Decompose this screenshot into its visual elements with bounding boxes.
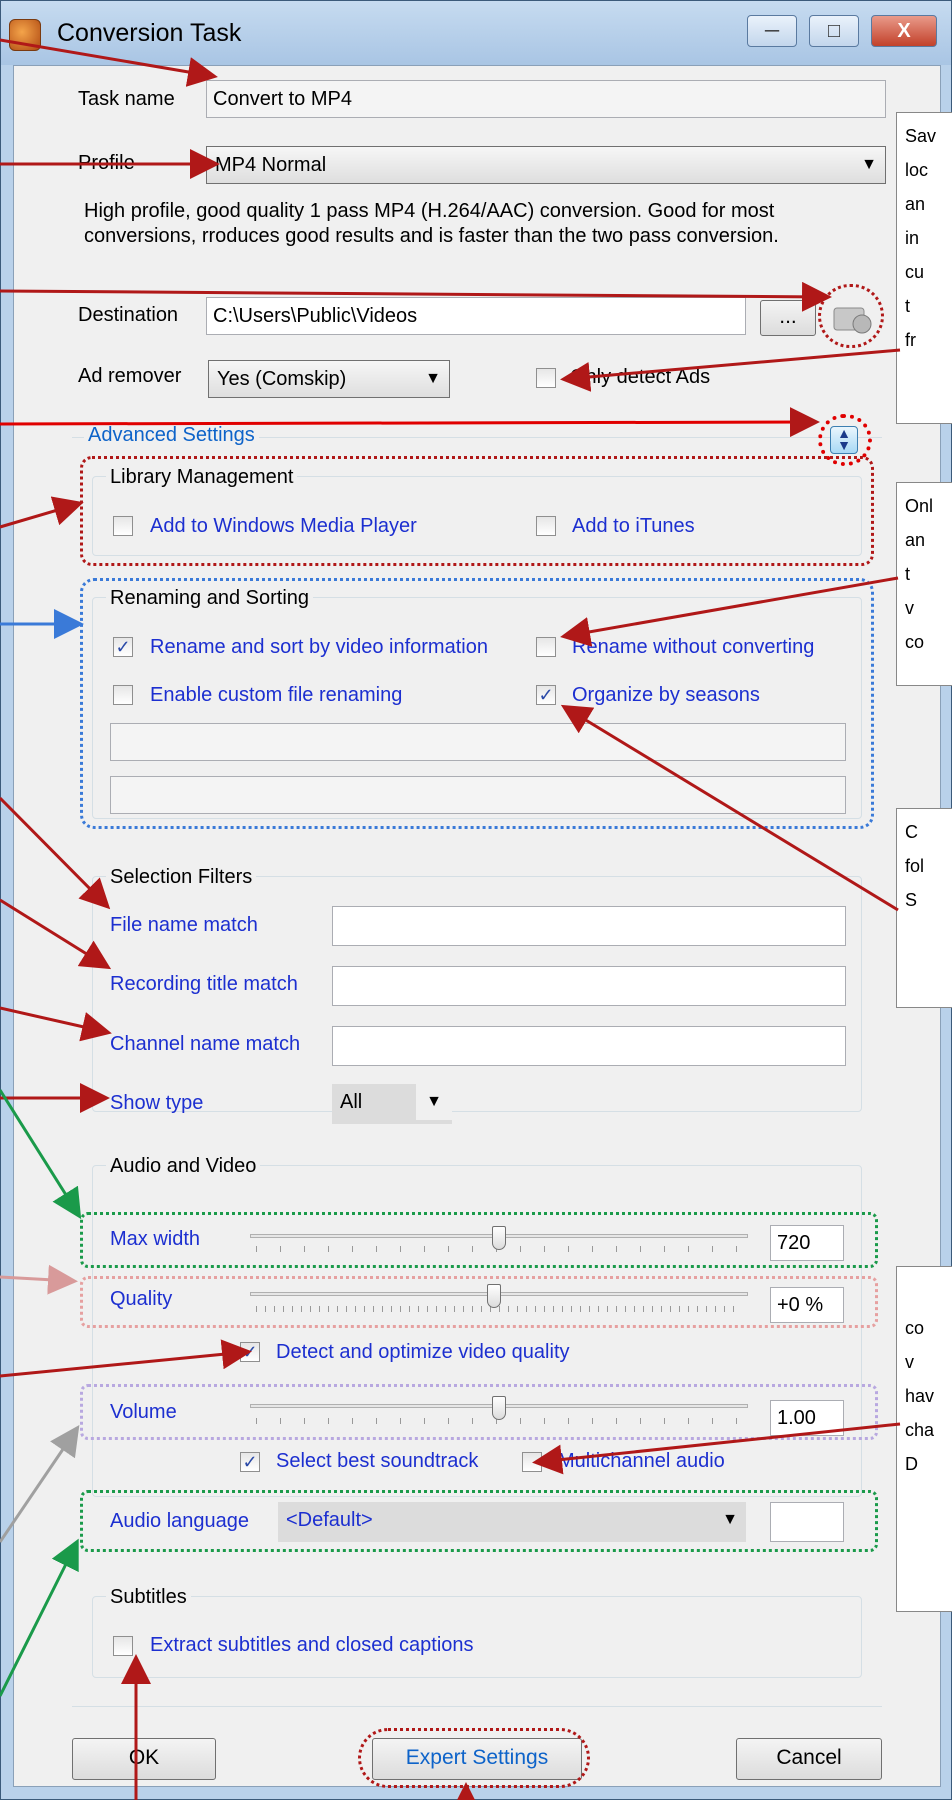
callout-line: C [905, 822, 918, 842]
advanced-settings-label[interactable]: Advanced Settings [84, 424, 259, 447]
multichannel-audio-checkbox[interactable] [522, 1452, 542, 1472]
callout-line: v [905, 598, 914, 618]
max-width-highlight [80, 1212, 878, 1268]
show-type-value: All [340, 1091, 363, 1113]
callout-line: v [905, 1352, 914, 1372]
channel-name-match-input[interactable] [332, 1026, 846, 1066]
callout-line: S [905, 890, 918, 910]
callout-line: D [905, 1454, 918, 1474]
subtitles-title: Subtitles [106, 1586, 191, 1609]
only-detect-ads-checkbox[interactable] [536, 368, 556, 388]
detect-optimize-checkbox[interactable]: ✓ [240, 1342, 260, 1362]
task-name-input[interactable]: Convert to MP4 [206, 80, 886, 118]
volume-highlight [80, 1384, 878, 1440]
library-management-highlight [80, 456, 874, 566]
callout-line: t [905, 564, 911, 584]
recording-title-match-label: Recording title match [110, 973, 298, 995]
browse-button[interactable]: ... [760, 300, 816, 336]
ok-button[interactable]: OK [72, 1738, 216, 1780]
renaming-sorting-highlight [80, 578, 874, 829]
cancel-button[interactable]: Cancel [736, 1738, 882, 1780]
audio-video-title: Audio and Video [106, 1155, 261, 1178]
callout-line: co [905, 632, 925, 652]
callout-line: cha [905, 1420, 935, 1440]
window-title: Conversion Task [57, 19, 242, 47]
profile-description-line2: conversions, rroduces good results and i… [84, 225, 779, 247]
show-type-label: Show type [110, 1092, 204, 1114]
callout-line: fol [905, 856, 925, 876]
title-bar[interactable]: Conversion Task ─ □ X [1, 1, 951, 65]
callout-destination: Sav loc an in cu t fr [896, 112, 952, 424]
callout-rename: Onl an t v co [896, 482, 952, 686]
chevron-down-icon: ▼ [861, 156, 877, 173]
callout-multichannel: co v hav cha D [896, 1266, 952, 1612]
app-icon [9, 19, 41, 51]
chevron-down-icon: ▼ [425, 370, 441, 387]
minimize-button[interactable]: ─ [747, 15, 797, 47]
file-name-match-input[interactable] [332, 906, 846, 946]
ad-remover-value: Yes (Comskip) [217, 368, 347, 390]
best-soundtrack-label[interactable]: Select best soundtrack [276, 1450, 478, 1473]
callout-line: hav [905, 1386, 935, 1406]
callout-line: Onl [905, 496, 934, 516]
selection-filters-title: Selection Filters [106, 866, 257, 889]
destination-label: Destination [78, 304, 179, 326]
callout-line: Sav [905, 126, 937, 146]
callout-line: in [905, 228, 920, 248]
detect-optimize-label[interactable]: Detect and optimize video quality [276, 1341, 570, 1364]
chevron-down-icon: ▼ [416, 1084, 452, 1120]
callout-line: cu [905, 262, 925, 282]
recording-title-match-input[interactable] [332, 966, 846, 1006]
close-button[interactable]: X [871, 15, 937, 47]
task-name-label: Task name [78, 88, 175, 110]
show-type-dropdown[interactable]: All ▼ [332, 1084, 452, 1124]
destination-input[interactable]: C:\Users\Public\Videos [206, 297, 746, 335]
profile-dropdown[interactable]: MP4 Normal ▼ [206, 146, 886, 184]
callout-line: an [905, 194, 926, 214]
profile-value: MP4 Normal [215, 154, 327, 176]
multichannel-audio-label[interactable]: Multichannel audio [558, 1450, 725, 1473]
expert-settings-highlight [358, 1728, 590, 1788]
callout-line: loc [905, 160, 929, 180]
extract-subtitles-checkbox[interactable] [113, 1636, 133, 1656]
callout-seasons: C fol S [896, 808, 952, 1008]
profile-description-line1: High profile, good quality 1 pass MP4 (H… [84, 200, 775, 222]
extract-subtitles-label[interactable]: Extract subtitles and closed captions [150, 1634, 474, 1657]
only-detect-ads-label[interactable]: Only detect Ads [570, 366, 710, 389]
file-name-match-label: File name match [110, 914, 258, 936]
audio-language-highlight [80, 1490, 878, 1552]
ad-remover-label: Ad remover [78, 365, 182, 387]
quality-highlight [80, 1276, 878, 1328]
maximize-button[interactable]: □ [809, 15, 859, 47]
destination-options-highlight [818, 284, 884, 348]
profile-label: Profile [78, 152, 135, 174]
ad-remover-dropdown[interactable]: Yes (Comskip) ▼ [208, 360, 450, 398]
best-soundtrack-checkbox[interactable]: ✓ [240, 1452, 260, 1472]
callout-line: t [905, 296, 911, 316]
callout-line: fr [905, 330, 916, 350]
bottom-divider [72, 1706, 882, 1707]
channel-name-match-label: Channel name match [110, 1033, 301, 1055]
callout-line: an [905, 530, 926, 550]
callout-line: co [905, 1318, 925, 1338]
